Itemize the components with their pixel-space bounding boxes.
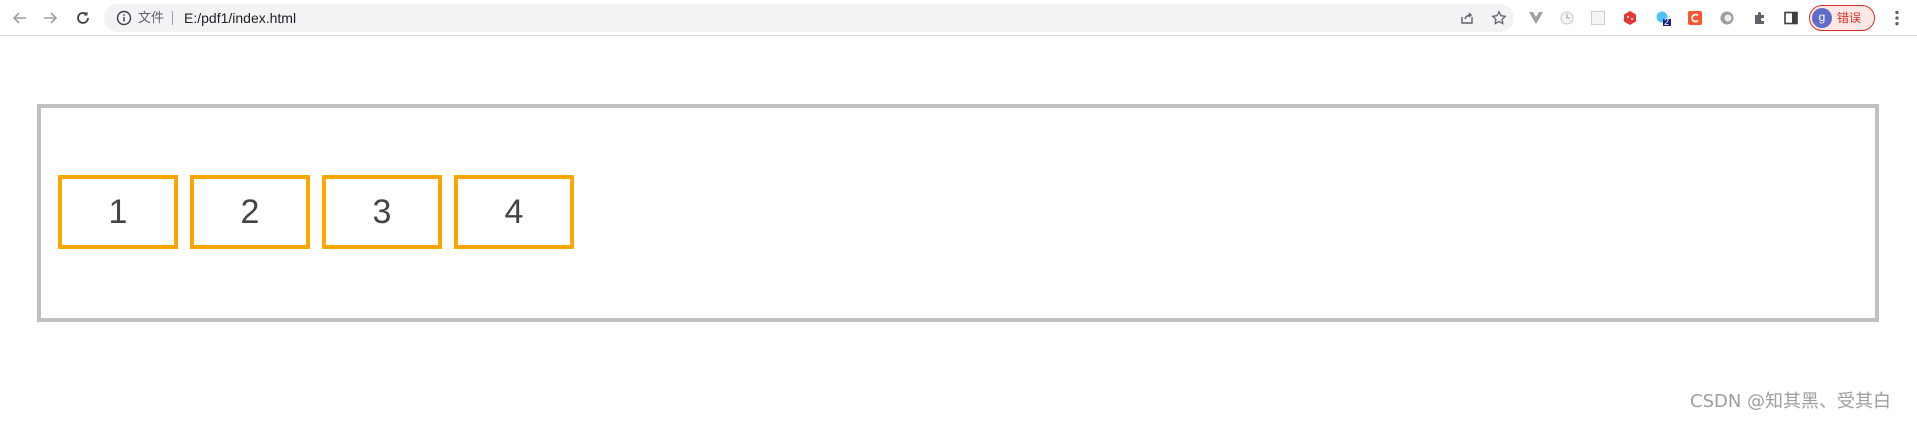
flex-container [37,104,1879,322]
site-info-label[interactable]: 文件 [138,10,164,26]
csdn-extension-icon[interactable] [1686,9,1704,27]
extension-badge: 2 [1664,17,1670,27]
omnibox-divider [172,11,173,25]
flex-item-4: 4 [454,175,574,249]
vue-devtools-extension-icon[interactable] [1527,9,1545,27]
profile-error-label: 错误 [1837,11,1862,25]
kebab-menu-icon[interactable] [1888,9,1906,27]
grid-extension-icon[interactable] [1589,9,1607,27]
back-button[interactable] [8,6,32,30]
puzzle-icon[interactable] [1751,9,1769,27]
profile-button[interactable]: g 错误 [1809,5,1875,31]
side-panel-icon[interactable] [1782,9,1800,27]
reload-button[interactable] [71,6,95,30]
circle-extension-icon[interactable] [1718,9,1736,27]
clock-extension-icon[interactable] [1558,9,1576,27]
flex-item-1: 1 [58,175,178,249]
arrow-right-icon [44,12,58,24]
forward-button[interactable] [38,6,62,30]
browser-toolbar: 文件 E:/pdf1/index.html 2 g 错误 [0,0,1917,36]
flex-item-3: 3 [322,175,442,249]
cube-extension-icon[interactable] [1621,9,1639,27]
watermark-text: CSDN @知其黑、受其白 [1690,391,1892,412]
avatar: g [1812,8,1832,28]
arrow-left-icon [12,12,26,24]
address-bar[interactable]: 文件 E:/pdf1/index.html [104,4,1514,32]
reload-icon [77,11,89,24]
flex-item-2: 2 [190,175,310,249]
url-text[interactable]: E:/pdf1/index.html [184,10,296,26]
star-icon[interactable] [1491,10,1507,26]
globe-extension-icon[interactable]: 2 [1654,9,1672,27]
share-icon[interactable] [1459,10,1475,26]
info-icon[interactable] [116,10,132,26]
